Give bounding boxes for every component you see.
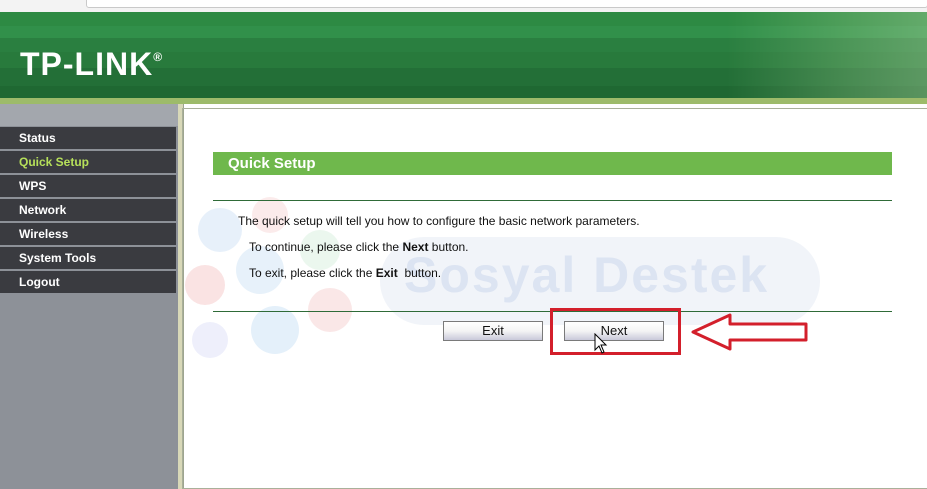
address-bar[interactable] (86, 0, 927, 8)
exit-instruction: To exit, please click the Exit button. (249, 266, 442, 280)
page-title: Quick Setup (213, 152, 892, 175)
exit-button[interactable]: Exit (443, 321, 543, 341)
sidebar-item-logout[interactable]: Logout (0, 271, 176, 293)
sidebar-item-wireless[interactable]: Wireless (0, 223, 176, 245)
sidebar-item-network[interactable]: Network (0, 199, 176, 221)
sidebar-item-wps[interactable]: WPS (0, 175, 176, 197)
watermark-text: Sosyal Destek (404, 247, 770, 303)
highlight-annotation (550, 308, 681, 355)
tp-link-logo: TP-LINK® (20, 46, 164, 82)
top-rule (213, 200, 892, 201)
sidebar-menu: Status Quick Setup WPS Network Wireless … (0, 127, 176, 295)
sidebar-top-strip (0, 104, 178, 126)
sidebar-item-system-tools[interactable]: System Tools (0, 247, 176, 269)
cursor-icon (594, 333, 608, 354)
continue-instruction: To continue, please click the Next butto… (249, 240, 469, 254)
sidebar-item-status[interactable]: Status (0, 127, 176, 149)
sidebar-item-quick-setup[interactable]: Quick Setup (0, 151, 176, 173)
intro-text: The quick setup will tell you how to con… (238, 214, 640, 228)
header-banner: TP-LINK® (0, 12, 927, 102)
arrow-left-icon (691, 313, 808, 351)
